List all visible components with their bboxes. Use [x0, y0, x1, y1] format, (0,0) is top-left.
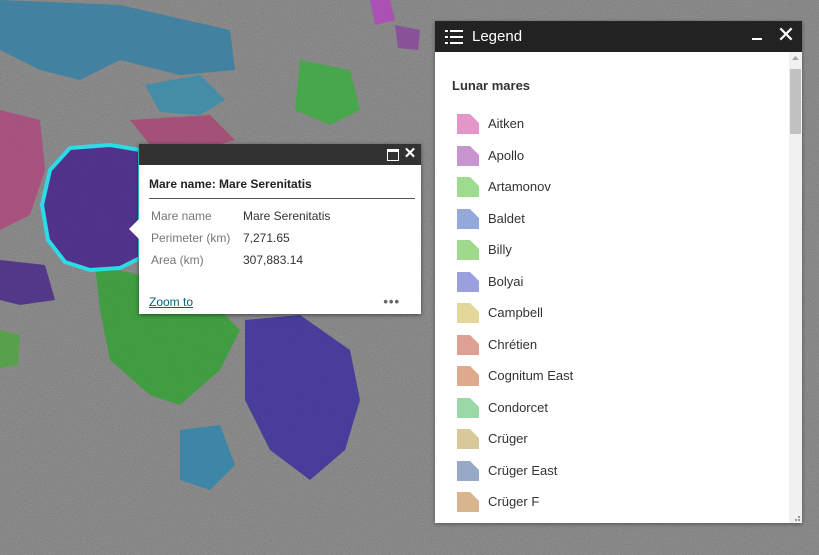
legend-item-label: Cognitum East [488, 368, 574, 383]
legend-item: Artamonov [456, 175, 573, 207]
legend-list-icon [445, 30, 463, 44]
legend-swatch [457, 303, 479, 323]
legend-swatch [457, 492, 479, 512]
legend-item: Baldet [456, 207, 573, 239]
legend-item-label: Condorcet [488, 399, 548, 415]
legend-item-label: Crüger F [488, 494, 540, 509]
legend-swatch [457, 177, 479, 197]
legend-item-label: Crüger [488, 431, 528, 446]
mare-region [0, 330, 20, 368]
minimize-icon[interactable] [750, 25, 766, 45]
legend-item: Crüger East [456, 459, 573, 491]
popup-titlebar: ✕ [139, 144, 421, 165]
feature-popup: ✕ Mare name: Mare Serenitatis Mare name … [129, 144, 421, 314]
close-icon[interactable]: ✕ [402, 146, 418, 162]
legend-item-label: Crüger East [488, 462, 558, 478]
popup-title: Mare name: Mare Serenitatis [149, 177, 415, 199]
legend-item-label: Aitken [488, 116, 525, 131]
legend-item-label: Artamonov [488, 179, 551, 194]
attribute-value: Mare Serenitatis [243, 209, 331, 223]
selected-mare-outline [40, 143, 142, 272]
legend-item: Condorcet [456, 396, 573, 428]
popup-pointer [129, 219, 139, 239]
legend-swatch [457, 460, 479, 481]
zoom-to-link[interactable]: Zoom to [149, 295, 193, 309]
legend-swatch [457, 145, 479, 166]
legend-item: Crüger F [456, 490, 573, 522]
legend-item-label: Chrétien [488, 336, 538, 352]
legend-item: Apollo [456, 144, 573, 176]
legend-item: Cognitum East [456, 364, 573, 396]
legend-item: Campbell [456, 301, 573, 333]
attribute-row: Area (km) 307,883.14 [151, 253, 421, 275]
legend-item: Aitken [456, 112, 573, 144]
more-actions-button[interactable]: ••• [383, 294, 400, 309]
close-icon[interactable]: ✕ [776, 23, 796, 47]
attribute-key: Perimeter (km) [151, 231, 231, 245]
legend-item-label: Bolyai [488, 273, 524, 289]
legend-swatch [457, 366, 479, 386]
maximize-icon[interactable] [385, 146, 401, 162]
legend-swatch [457, 334, 479, 355]
legend-scrollbar[interactable] [789, 52, 802, 523]
legend-panel: Legend ✕ Lunar mares Aitken Apollo Artamon… [435, 21, 802, 523]
attribute-row: Mare name Mare Serenitatis [151, 209, 421, 231]
legend-titlebar: Legend ✕ [435, 21, 802, 52]
attribute-value: 307,883.14 [243, 253, 304, 267]
attribute-key: Mare name [151, 209, 212, 223]
legend-item: Chrétien [456, 333, 573, 365]
legend-item-label: Billy [488, 242, 512, 257]
scroll-thumb[interactable] [790, 69, 801, 134]
legend-item: Bolyai [456, 270, 573, 302]
legend-content[interactable]: Lunar mares Aitken Apollo Artamonov Baldet B… [435, 52, 789, 523]
legend-item-label: Baldet [488, 210, 525, 226]
legend-item: Billy [456, 238, 573, 270]
legend-list: Aitken Apollo Artamonov Baldet Billy Bolyai Ca… [456, 112, 573, 522]
legend-swatch [457, 397, 479, 418]
attribute-row: Perimeter (km) 7,271.65 [151, 231, 421, 253]
legend-swatch [457, 429, 479, 449]
popup-attributes: Mare name Mare Serenitatis Perimeter (km… [151, 209, 421, 275]
legend-layer-title: Lunar mares [452, 78, 531, 93]
legend-title: Legend [472, 28, 523, 45]
legend-swatch [457, 271, 479, 292]
legend-item-label: Campbell [488, 305, 543, 320]
scroll-up-arrow-icon[interactable] [789, 52, 802, 65]
legend-item: Crüger [456, 427, 573, 459]
legend-swatch [457, 208, 479, 229]
legend-swatch [457, 114, 479, 134]
legend-item-label: Apollo [488, 147, 525, 163]
attribute-key: Area (km) [151, 253, 204, 267]
attribute-value: 7,271.65 [243, 231, 290, 245]
legend-swatch [457, 240, 479, 260]
resize-grip-icon[interactable] [792, 513, 801, 522]
